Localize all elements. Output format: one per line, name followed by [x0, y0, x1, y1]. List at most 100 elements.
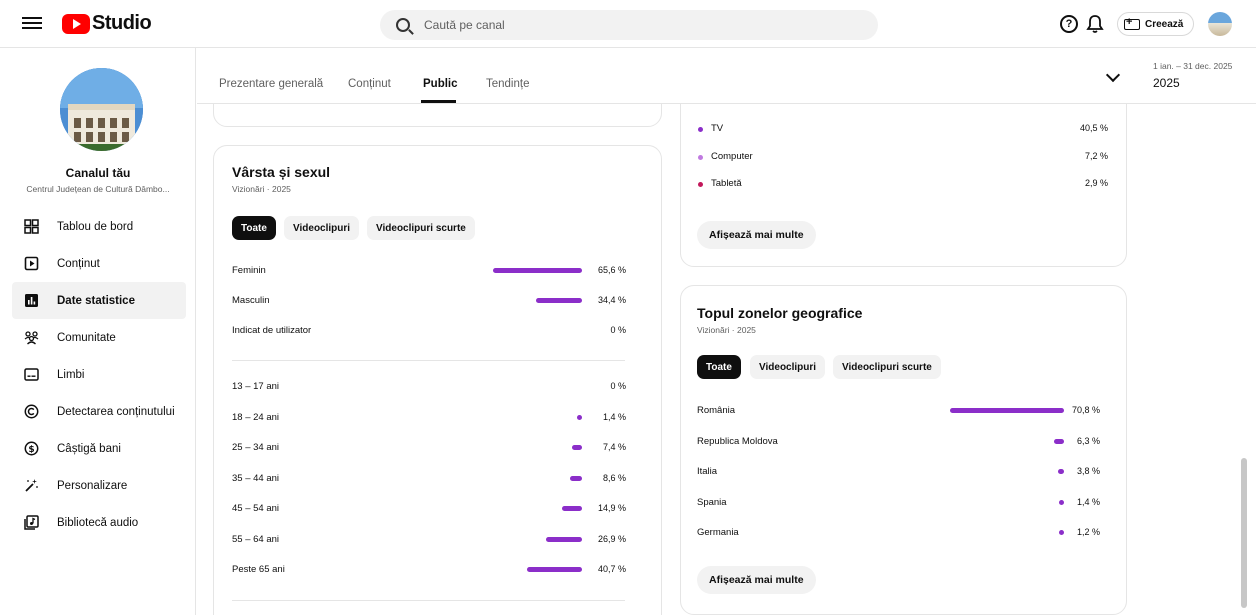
tab-overview[interactable]: Prezentare generală [219, 78, 323, 90]
age-row-bar [572, 445, 582, 450]
hamburger-menu-icon[interactable] [22, 14, 42, 34]
studio-logo[interactable]: Studio [62, 12, 152, 35]
age-row-bar [570, 475, 582, 481]
create-label: Creează [1145, 18, 1184, 30]
chevron-down-icon[interactable] [1105, 67, 1121, 83]
age-row-value: 0 % [610, 381, 626, 391]
age-row-value: 8,6 % [602, 472, 626, 483]
sidebar-item-label: Tablou de bord [57, 220, 134, 233]
sidebar-item-dashboard[interactable]: Tablou de bord [12, 208, 186, 245]
sidebar-item-content[interactable]: Conținut [12, 245, 186, 282]
monetization-icon: $ [24, 441, 39, 456]
age-row-label: 13 – 17 ani [232, 381, 280, 392]
show-more-devices-button[interactable]: Afișează mai multe [697, 221, 816, 249]
sidebar-item-audio-library[interactable]: Bibliotecă audio [12, 504, 186, 541]
analytics-icon [25, 294, 38, 307]
search-input[interactable] [424, 18, 844, 32]
geo-row-bar [1053, 438, 1064, 444]
gender-row-label: Indicat de utilizator [232, 325, 312, 336]
geo-subtitle: Vizionări · 2025 [697, 325, 756, 335]
geo-row-label: România [697, 405, 736, 416]
filter-chip-all[interactable]: Toate [697, 355, 741, 379]
date-range-year[interactable]: 2025 [1153, 76, 1180, 90]
sidebar-item-earn[interactable]: $ Câștigă bani [12, 430, 186, 467]
age-row-value: 26,9 % [597, 533, 626, 544]
device-row-label: Computer [711, 150, 753, 162]
sidebar-item-label: Bibliotecă audio [57, 516, 139, 529]
sidebar-item-languages[interactable]: Limbi [12, 356, 186, 393]
age-row-bar [561, 506, 582, 511]
logo-text: Studio [92, 12, 152, 34]
create-video-icon [1124, 16, 1140, 30]
age-row-label: 18 – 24 ani [232, 411, 280, 423]
gender-row-value: 0 % [610, 325, 626, 335]
sidebar-item-analytics[interactable]: Date statistice [12, 282, 186, 319]
geo-row-value: 70,8 % [1071, 405, 1100, 415]
filter-chip-shorts[interactable]: Videoclipuri scurte [367, 216, 475, 240]
dashboard-icon [24, 219, 39, 234]
sidebar-item-label: Date statistice [57, 294, 135, 307]
filter-chip-videos[interactable]: Videoclipuri [284, 216, 360, 240]
device-row-value: 40,5 % [1079, 123, 1108, 133]
help-icon[interactable]: ? [1060, 15, 1078, 33]
geo-row-value: 3,8 % [1076, 466, 1100, 476]
section-divider [232, 600, 625, 601]
gender-row-bar [493, 268, 582, 273]
analytics-content: Vârsta și sexul Vizionări · 2025 Toate V… [197, 104, 1256, 615]
community-icon [24, 331, 39, 345]
bell-icon[interactable] [1086, 14, 1104, 34]
date-range-label[interactable]: 1 ian. – 31 dec. 2025 [1153, 61, 1232, 71]
device-row-label: TV [711, 123, 724, 134]
sidebar-item-label: Comunitate [57, 331, 116, 344]
sidebar-nav: Tablou de bord Conținut Date statistice … [12, 208, 186, 541]
channel-avatar[interactable] [60, 68, 143, 151]
subtitles-icon [24, 368, 39, 381]
age-gender-card: Vârsta și sexul Vizionări · 2025 Toate V… [213, 145, 662, 615]
create-button[interactable]: Creează [1117, 12, 1195, 36]
content-icon [24, 256, 39, 271]
age-gender-subtitle: Vizionări · 2025 [232, 184, 291, 194]
show-more-geo-button[interactable]: Afișează mai multe [697, 566, 816, 594]
search-bar[interactable] [380, 10, 878, 40]
age-row-value: 1,4 % [602, 411, 626, 422]
section-divider [232, 360, 625, 361]
svg-text:$: $ [28, 445, 34, 455]
sidebar-item-content-detection[interactable]: Detectarea conținutului [12, 393, 186, 430]
sidebar-item-label: Conținut [57, 257, 100, 270]
tab-audience[interactable]: Public [423, 78, 458, 90]
top-geographies-card: Topul zonelor geografice Vizionări · 202… [680, 285, 1127, 615]
tab-content[interactable]: Conținut [348, 78, 391, 90]
age-gender-title: Vârsta și sexul [232, 164, 331, 180]
gender-row-label: Masculin [232, 295, 270, 306]
search-icon[interactable] [396, 18, 410, 32]
analytics-tabs-bar: Prezentare generală Conținut Public Tend… [197, 48, 1256, 104]
gender-row-label: Feminin [232, 265, 266, 276]
device-row-value: 7,2 % [1084, 150, 1108, 161]
sidebar-item-community[interactable]: Comunitate [12, 319, 186, 356]
geo-row-label: Spania [697, 496, 727, 508]
age-row-bar [545, 536, 582, 542]
filter-chip-all[interactable]: Toate [232, 216, 276, 240]
legend-dot-icon [698, 127, 703, 132]
age-row-label: 25 – 34 ani [232, 442, 280, 453]
tab-trends[interactable]: Tendințe [486, 78, 529, 90]
copyright-icon [24, 404, 39, 419]
geo-row-value: 1,4 % [1076, 496, 1100, 507]
geo-row-value: 6,3 % [1076, 435, 1100, 446]
previous-card [213, 104, 662, 127]
sidebar-item-customization[interactable]: Personalizare [12, 467, 186, 504]
top-app-bar: Studio ? Creează [0, 0, 1256, 48]
legend-dot-icon [698, 182, 703, 187]
age-row-label: 55 – 64 ani [232, 533, 280, 545]
geo-row-bar [950, 408, 1064, 413]
geo-row-label: Germania [697, 527, 739, 538]
active-tab-indicator [421, 100, 456, 103]
filter-chip-videos[interactable]: Videoclipuri [750, 355, 826, 379]
age-row-bar [527, 567, 582, 572]
scrollbar[interactable] [1241, 458, 1247, 608]
age-row-label: 35 – 44 ani [232, 472, 280, 484]
account-avatar[interactable] [1208, 12, 1232, 36]
geo-row-label: Republica Moldova [697, 435, 778, 447]
magic-wand-icon [25, 479, 38, 492]
filter-chip-shorts[interactable]: Videoclipuri scurte [833, 355, 941, 379]
